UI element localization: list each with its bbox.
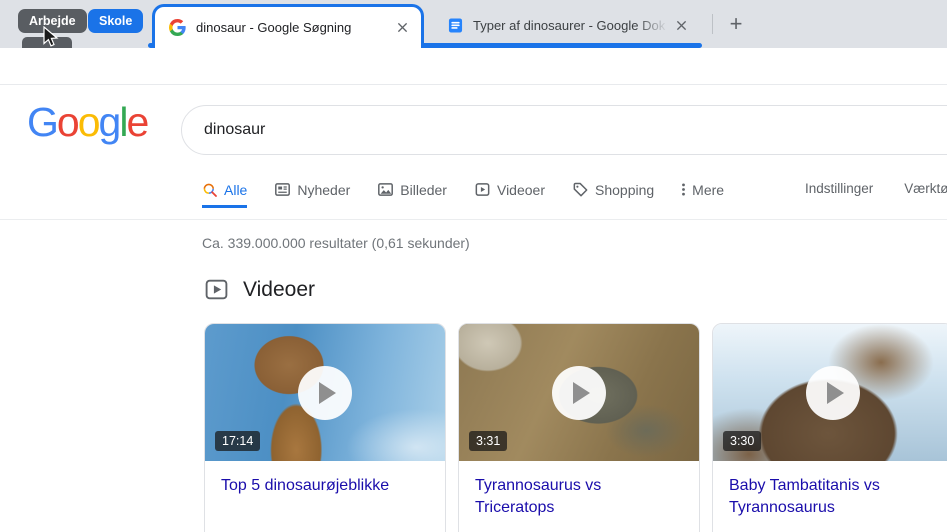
tab-shopping[interactable]: Shopping [572, 181, 654, 208]
search-query-text: dinosaur [204, 121, 266, 138]
images-icon [377, 181, 394, 198]
tab-group-skole[interactable]: Skole [88, 9, 144, 33]
tab-separator [712, 14, 713, 34]
videos-section-title: Videoer [243, 277, 316, 301]
more-dots-icon [681, 181, 686, 198]
tab-label: Videoer [496, 181, 545, 198]
result-type-tabs: Alle Nyheder Billeder Videoer Shopping M… [202, 181, 724, 208]
video-title-link[interactable]: Top 5 dinosaurøjeblikke [205, 461, 445, 497]
tab-label: Mere [692, 181, 725, 198]
video-title-link[interactable]: Baby Tambatitanis vs Tyrannosaurus [713, 461, 947, 519]
browser-toolbar: google.com/search?q=dinosaur&oq=dino&aqs… [0, 48, 947, 129]
video-card[interactable]: 17:14 Top 5 dinosaurøjeblikke [204, 323, 446, 532]
tab-label: Shopping [595, 181, 655, 198]
video-thumbnail[interactable]: 3:31 [459, 324, 699, 461]
tab-billeder[interactable]: Billeder [377, 181, 447, 208]
video-card[interactable]: 3:30 Baby Tambatitanis vs Tyrannosaurus [712, 323, 947, 532]
play-button-icon[interactable] [298, 365, 352, 420]
videos-section-header: Videoer [204, 277, 315, 302]
logo-letter: g [98, 99, 122, 145]
news-icon [274, 181, 291, 198]
video-thumbnail[interactable]: 3:30 [713, 324, 947, 461]
google-docs-favicon-icon [448, 17, 463, 33]
video-card[interactable]: 3:31 Tyrannosaurus vs Triceratops [458, 323, 700, 532]
browser-window: Arbejde Skole dinosaur - Google Søgning [0, 0, 947, 532]
tab-google-docs[interactable]: Typer af dinosaurer - Google Dok [432, 6, 700, 44]
tab-videoer[interactable]: Videoer [474, 181, 545, 208]
new-tab-button[interactable]: + [722, 10, 750, 38]
video-cards-row: 17:14 Top 5 dinosaurøjeblikke 3:31 Tyran… [204, 323, 947, 532]
videos-section-icon [204, 277, 229, 302]
tab-label: Nyheder [297, 181, 351, 198]
google-results-page: Google dinosaur Alle Nyheder Billeder Vi… [0, 85, 947, 532]
tab-group-arbejde-stub [22, 37, 72, 48]
tab-mere[interactable]: Mere [681, 181, 724, 208]
videos-icon [474, 181, 491, 198]
logo-letter: G [27, 99, 59, 145]
tab-label: Alle [224, 182, 248, 198]
shopping-tag-icon [572, 181, 589, 198]
video-duration-badge: 3:30 [723, 431, 762, 451]
tab-strip: Arbejde Skole dinosaur - Google Søgning [0, 0, 947, 48]
divider [0, 219, 947, 220]
search-icon [202, 182, 218, 198]
video-duration-badge: 17:14 [215, 431, 261, 451]
logo-letter: e [126, 99, 149, 145]
result-stats: Ca. 339.000.000 resultater (0,61 sekunde… [202, 235, 470, 251]
play-button-icon[interactable] [552, 365, 606, 420]
tab-title: Typer af dinosaurer - Google Dok [473, 17, 666, 33]
play-button-icon[interactable] [806, 365, 860, 420]
tab-google-search[interactable]: dinosaur - Google Søgning [152, 4, 424, 48]
tab-group-arbejde[interactable]: Arbejde [18, 9, 87, 33]
serp-right-links: Indstillinger Værktøjer [805, 181, 947, 196]
tab-nyheder[interactable]: Nyheder [274, 181, 350, 208]
tab-alle[interactable]: Alle [202, 182, 248, 208]
video-title-link[interactable]: Tyrannosaurus vs Triceratops [459, 461, 699, 519]
tab-label: Billeder [400, 181, 447, 198]
video-duration-badge: 3:31 [469, 431, 508, 451]
settings-link[interactable]: Indstillinger [805, 181, 873, 196]
tab-title: dinosaur - Google Søgning [196, 20, 352, 35]
close-tab-icon[interactable] [672, 16, 690, 34]
close-tab-icon[interactable] [393, 19, 411, 37]
video-thumbnail[interactable]: 17:14 [205, 324, 445, 461]
google-logo[interactable]: Google [27, 99, 149, 146]
logo-letter: o [56, 99, 80, 145]
logo-letter: o [77, 99, 101, 145]
search-input[interactable]: dinosaur [181, 105, 947, 155]
tools-link[interactable]: Værktøjer [904, 181, 947, 196]
google-g-favicon-icon [169, 19, 186, 36]
